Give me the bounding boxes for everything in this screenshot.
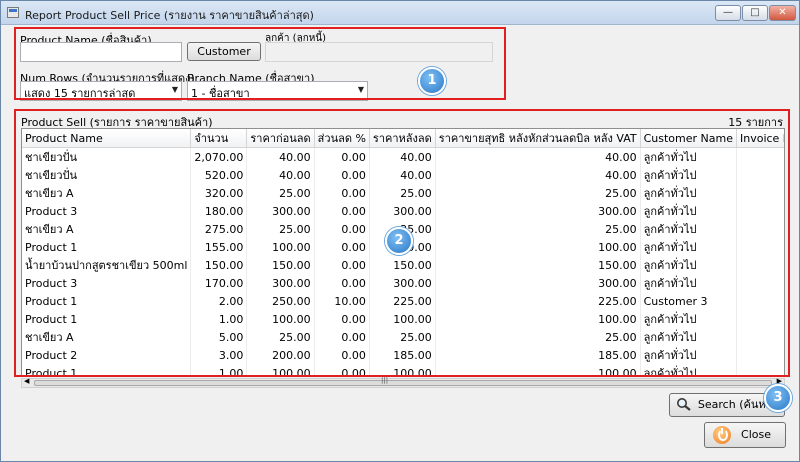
maximize-button[interactable]: □ <box>742 5 768 21</box>
horizontal-scrollbar[interactable]: ◀ ||| ▶ <box>21 376 785 388</box>
close-window-button[interactable]: ✕ <box>769 5 796 21</box>
scroll-grip-icon: ||| <box>381 376 389 384</box>
window-title: Report Product Sell Price (รายงาน ราคาขา… <box>25 9 314 22</box>
annotation-badge-2: 2 <box>385 227 413 255</box>
close-button[interactable]: Close <box>704 422 786 448</box>
power-icon <box>713 426 731 444</box>
annotation-badge-3: 3 <box>764 384 792 412</box>
title-bar[interactable]: Report Product Sell Price (รายงาน ราคาขา… <box>1 1 799 25</box>
report-window: Report Product Sell Price (รายงาน ราคาขา… <box>0 0 800 462</box>
scroll-left-icon[interactable]: ◀ <box>24 377 29 385</box>
annotation-badge-1: 1 <box>418 67 446 95</box>
app-window-icon <box>7 7 19 18</box>
search-icon <box>677 398 691 411</box>
close-button-label: Close <box>741 428 771 441</box>
minimize-button[interactable]: — <box>715 5 741 21</box>
scrollbar-thumb[interactable] <box>34 380 772 386</box>
